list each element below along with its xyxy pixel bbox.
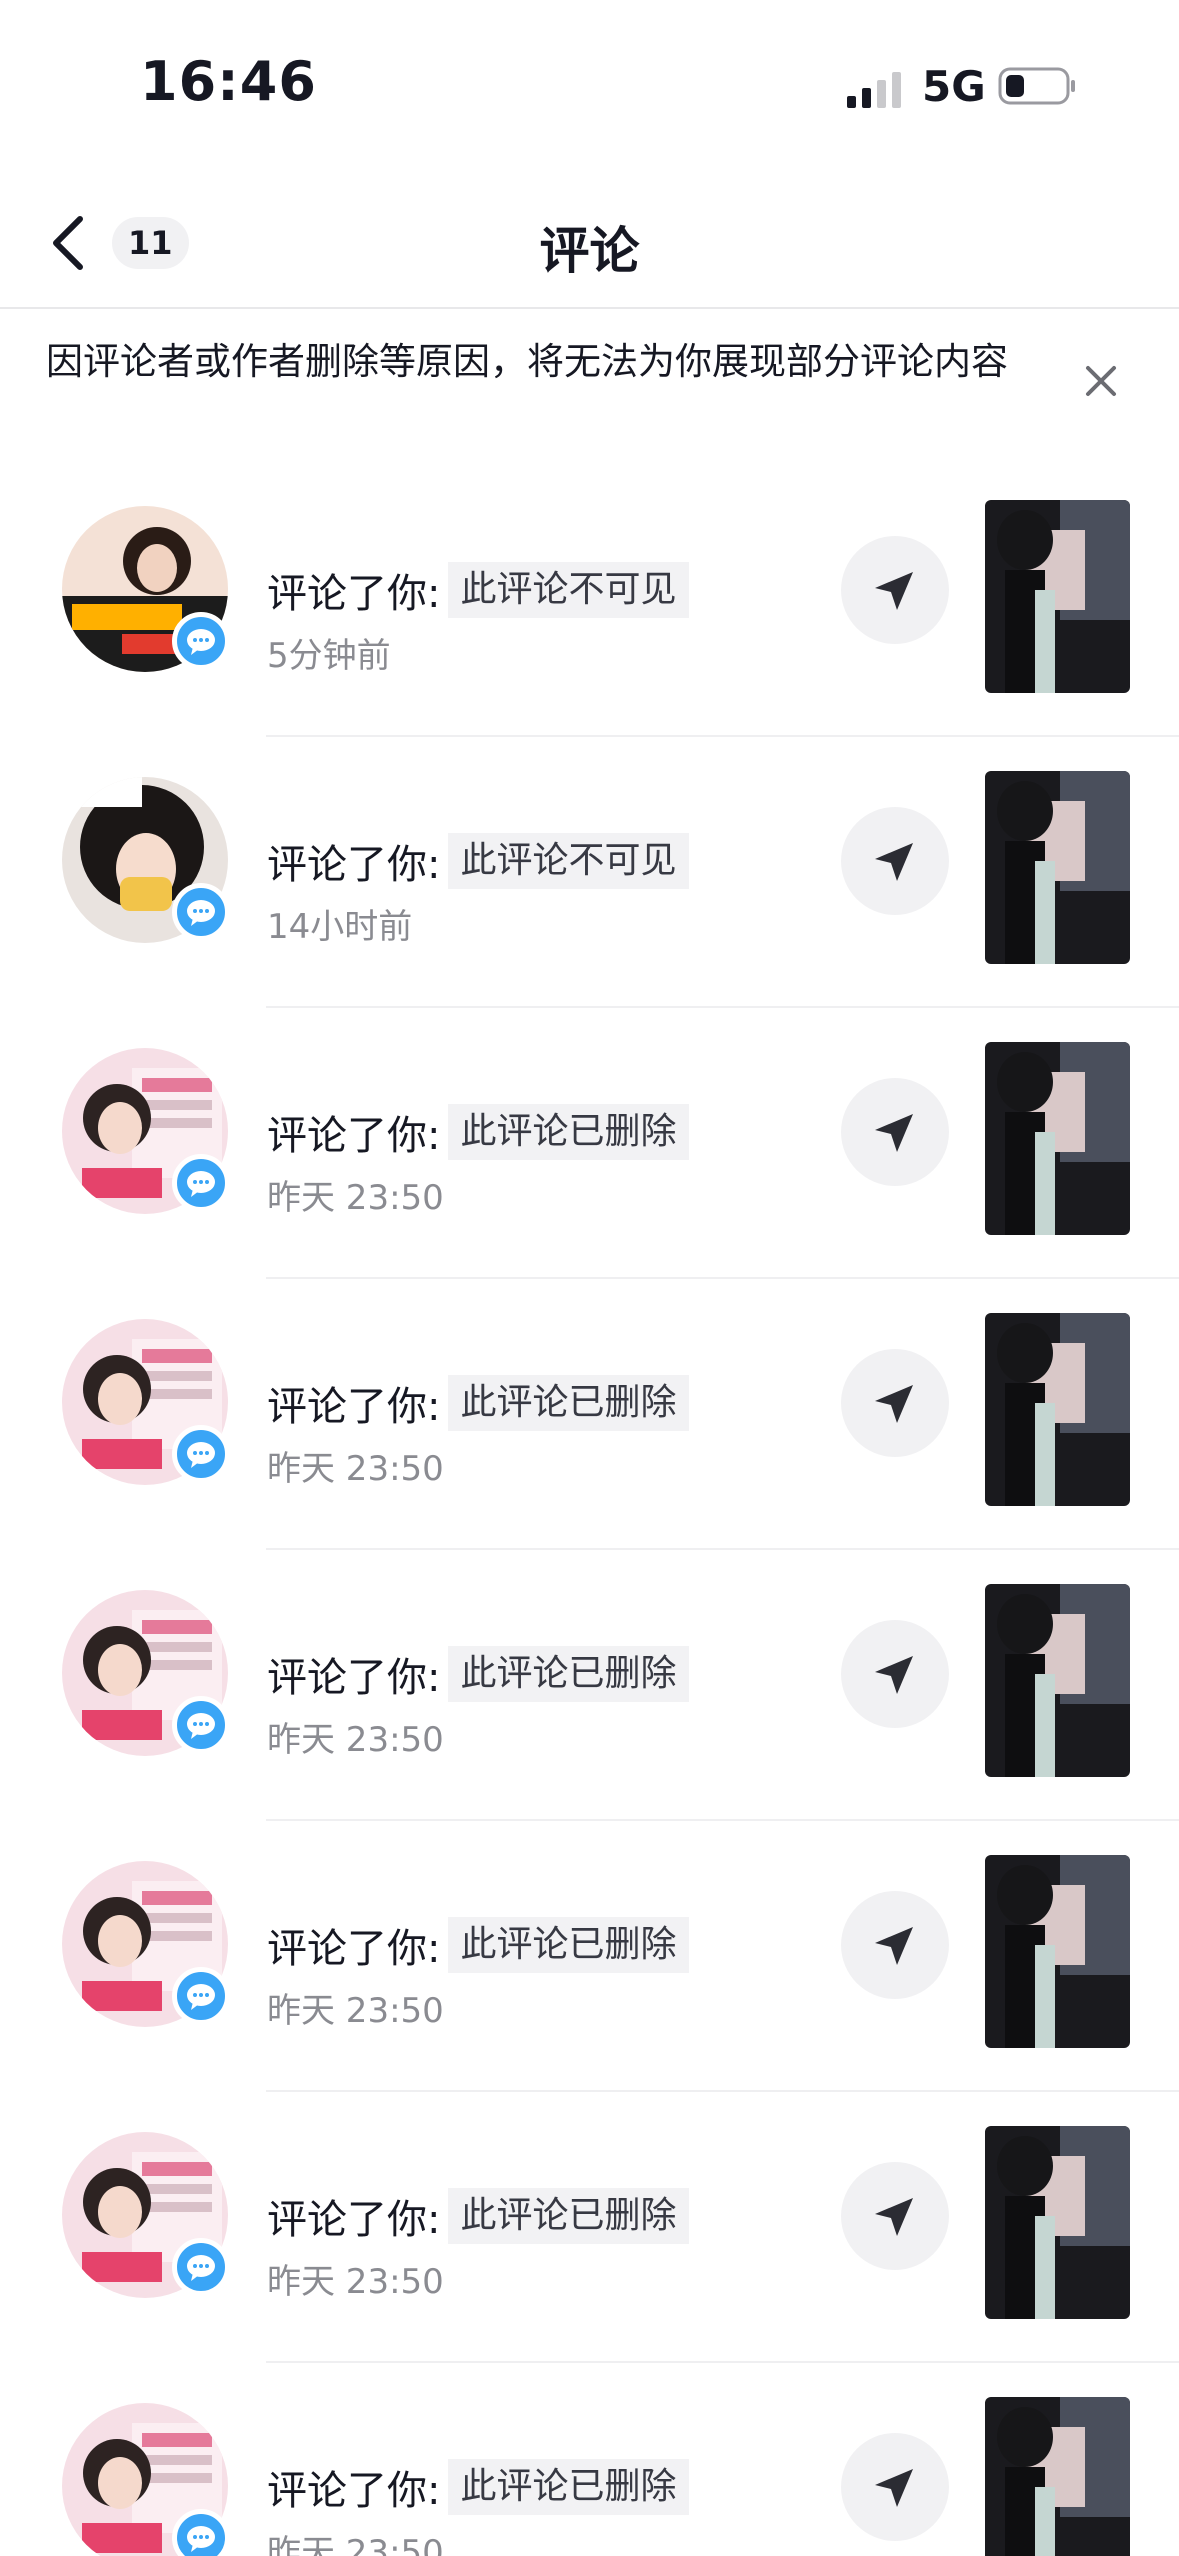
comment-action: 评论了你: (267, 1113, 441, 1159)
comment-row[interactable]: 评论了你: 此评论不可见 14小时前 (0, 737, 1179, 1008)
comment-row[interactable]: 评论了你: 此评论不可见 5分钟前 (0, 466, 1179, 737)
signal-icon (847, 72, 901, 108)
reply-button[interactable] (841, 1349, 949, 1457)
comment-row[interactable]: 评论了你: 此评论已删除 昨天 23:50 (0, 1279, 1179, 1550)
comment-summary: 评论了你: 此评论已删除 (267, 2459, 689, 2515)
comment-status-chip: 此评论已删除 (448, 1104, 689, 1160)
comment-action: 评论了你: (267, 571, 441, 617)
status-time: 16:46 (140, 50, 317, 113)
close-icon[interactable] (1080, 360, 1122, 402)
send-icon (875, 2469, 913, 2507)
reply-button[interactable] (841, 807, 949, 915)
send-icon (875, 1385, 913, 1423)
comment-icon (172, 883, 230, 941)
comment-time: 昨天 23:50 (267, 1991, 444, 2031)
comment-summary: 评论了你: 此评论不可见 (267, 562, 689, 618)
comment-icon (172, 1696, 230, 1754)
comment-status-chip: 此评论已删除 (448, 2188, 689, 2244)
comment-summary: 评论了你: 此评论已删除 (267, 1917, 689, 1973)
reply-button[interactable] (841, 536, 949, 644)
reply-button[interactable] (841, 1891, 949, 1999)
send-icon (875, 1114, 913, 1152)
comment-icon (172, 612, 230, 670)
reply-button[interactable] (841, 2433, 949, 2541)
send-icon (875, 572, 913, 610)
video-thumbnail[interactable] (985, 1584, 1130, 1777)
comment-action: 评论了你: (267, 1926, 441, 1972)
comment-icon (172, 1154, 230, 1212)
comment-time: 昨天 23:50 (267, 1449, 444, 1489)
comment-row[interactable]: 评论了你: 此评论已删除 昨天 23:50 (0, 2092, 1179, 2363)
network-label: 5G (922, 62, 986, 111)
comment-time: 昨天 23:50 (267, 1178, 444, 1218)
send-icon (875, 2198, 913, 2236)
comment-row[interactable]: 评论了你: 此评论已删除 昨天 23:50 (0, 1008, 1179, 1279)
send-icon (875, 1656, 913, 1694)
comment-time: 昨天 23:50 (267, 2262, 444, 2302)
comment-action: 评论了你: (267, 842, 441, 888)
comment-status-chip: 此评论已删除 (448, 1375, 689, 1431)
video-thumbnail[interactable] (985, 2126, 1130, 2319)
comment-action: 评论了你: (267, 2197, 441, 2243)
comment-row[interactable]: 评论了你: 此评论已删除 昨天 23:50 (0, 1550, 1179, 1821)
screen: 16:46 5G 11 评论 因评论者或作者删除等原因，将无法为你展现部分评论内… (0, 0, 1179, 2556)
comment-status-chip: 此评论不可见 (448, 562, 689, 618)
comment-icon (172, 2238, 230, 2296)
comment-status-chip: 此评论已删除 (448, 1646, 689, 1702)
comment-action: 评论了你: (267, 2468, 441, 2514)
reply-button[interactable] (841, 1078, 949, 1186)
comment-summary: 评论了你: 此评论已删除 (267, 1375, 689, 1431)
status-bar: 16:46 5G (0, 0, 1179, 175)
comment-action: 评论了你: (267, 1655, 441, 1701)
comment-row[interactable]: 评论了你: 此评论已删除 昨天 23:50 (0, 2363, 1179, 2556)
comment-icon (172, 1425, 230, 1483)
comment-summary: 评论了你: 此评论已删除 (267, 1646, 689, 1702)
comment-summary: 评论了你: 此评论已删除 (267, 2188, 689, 2244)
comment-icon (172, 1967, 230, 2025)
comment-status-chip: 此评论已删除 (448, 2459, 689, 2515)
comment-status-chip: 此评论已删除 (448, 1917, 689, 1973)
page-title: 评论 (539, 222, 640, 280)
video-thumbnail[interactable] (985, 2397, 1130, 2556)
video-thumbnail[interactable] (985, 500, 1130, 693)
comment-time: 昨天 23:50 (267, 1720, 444, 1760)
notice-text: 因评论者或作者删除等原因，将无法为你展现部分评论内容 (46, 340, 1008, 383)
send-icon (875, 1927, 913, 1965)
reply-button[interactable] (841, 1620, 949, 1728)
video-thumbnail[interactable] (985, 1313, 1130, 1506)
video-thumbnail[interactable] (985, 1042, 1130, 1235)
comment-summary: 评论了你: 此评论已删除 (267, 1104, 689, 1160)
comment-list: 评论了你: 此评论不可见 5分钟前 评论了你: 此评论不可见 14小时前 评论了… (0, 466, 1179, 2556)
battery-icon (998, 67, 1075, 105)
send-icon (875, 843, 913, 881)
comment-summary: 评论了你: 此评论不可见 (267, 833, 689, 889)
video-thumbnail[interactable] (985, 1855, 1130, 2048)
reply-button[interactable] (841, 2162, 949, 2270)
comment-row[interactable]: 评论了你: 此评论已删除 昨天 23:50 (0, 1821, 1179, 2092)
comment-time: 14小时前 (267, 907, 413, 947)
comment-time: 5分钟前 (267, 636, 391, 676)
comment-status-chip: 此评论不可见 (448, 833, 689, 889)
video-thumbnail[interactable] (985, 771, 1130, 964)
comment-time: 昨天 23:50 (267, 2533, 444, 2556)
nav-bar: 11 评论 (0, 175, 1179, 309)
comment-icon (172, 2509, 230, 2556)
comment-action: 评论了你: (267, 1384, 441, 1430)
